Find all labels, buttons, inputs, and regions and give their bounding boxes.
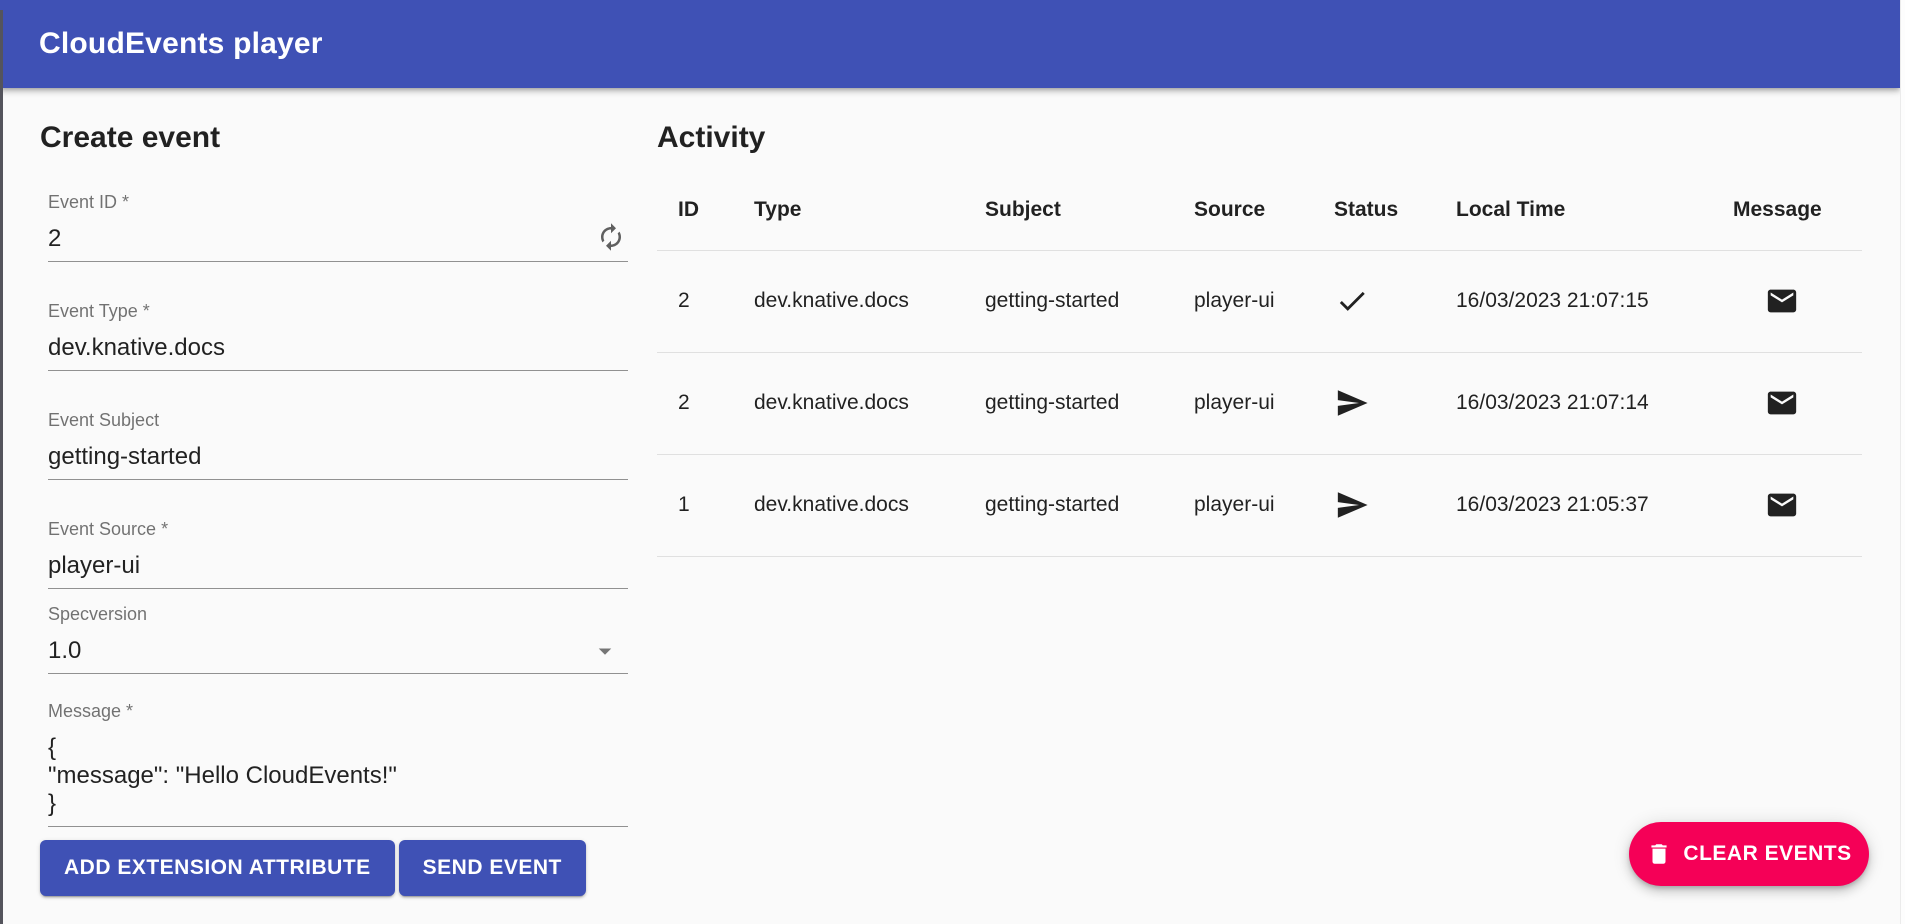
email-icon[interactable] bbox=[1765, 284, 1799, 318]
app-bar: CloudEvents player bbox=[0, 0, 1900, 88]
specversion-select[interactable]: Specversion 1.0 bbox=[48, 604, 628, 674]
cell-id: 1 bbox=[657, 454, 754, 556]
delete-icon bbox=[1646, 841, 1672, 867]
chevron-down-icon[interactable] bbox=[590, 636, 620, 666]
cell-type: dev.knative.docs bbox=[754, 250, 985, 352]
send-icon bbox=[1335, 488, 1369, 522]
specversion-value[interactable]: 1.0 bbox=[48, 637, 628, 674]
event-source-input[interactable]: player-ui bbox=[48, 552, 628, 589]
message-field: Message * { "message": "Hello CloudEvent… bbox=[48, 701, 628, 827]
window-left-edge bbox=[0, 10, 3, 924]
event-type-label: Event Type * bbox=[48, 301, 628, 322]
send-event-button[interactable]: SEND EVENT bbox=[399, 840, 586, 896]
create-event-heading: Create event bbox=[40, 120, 630, 156]
cell-id: 2 bbox=[657, 250, 754, 352]
message-textarea[interactable]: { "message": "Hello CloudEvents!" } bbox=[48, 734, 628, 827]
clear-events-button[interactable]: CLEAR EVENTS bbox=[1629, 822, 1869, 886]
specversion-label: Specversion bbox=[48, 604, 628, 625]
column-header-message: Message bbox=[1733, 170, 1862, 250]
email-icon[interactable] bbox=[1765, 488, 1799, 522]
cell-subject: getting-started bbox=[985, 250, 1194, 352]
event-id-input[interactable]: 2 bbox=[48, 225, 628, 262]
event-subject-input[interactable]: getting-started bbox=[48, 443, 628, 480]
cell-status bbox=[1334, 454, 1456, 556]
column-header-subject: Subject bbox=[985, 170, 1194, 250]
column-header-source: Source bbox=[1194, 170, 1334, 250]
event-source-field: Event Source * player-ui bbox=[48, 519, 628, 589]
cell-subject: getting-started bbox=[985, 352, 1194, 454]
cell-source: player-ui bbox=[1194, 250, 1334, 352]
autorenew-icon[interactable] bbox=[596, 222, 626, 252]
add-extension-attribute-button[interactable]: ADD EXTENSION ATTRIBUTE bbox=[40, 840, 395, 896]
cell-type: dev.knative.docs bbox=[754, 352, 985, 454]
event-id-label: Event ID * bbox=[48, 192, 628, 213]
column-header-type: Type bbox=[754, 170, 985, 250]
cell-source: player-ui bbox=[1194, 352, 1334, 454]
event-type-field: Event Type * dev.knative.docs bbox=[48, 301, 628, 371]
event-id-field: Event ID * 2 bbox=[48, 192, 628, 262]
form-actions: ADD EXTENSION ATTRIBUTE SEND EVENT bbox=[40, 840, 630, 896]
activity-row: 1 dev.knative.docs getting-started playe… bbox=[657, 454, 1862, 556]
cell-local-time: 16/03/2023 21:05:37 bbox=[1456, 454, 1733, 556]
activity-table: ID Type Subject Source Status Local Time… bbox=[657, 170, 1862, 557]
event-type-input[interactable]: dev.knative.docs bbox=[48, 334, 628, 371]
app-title: CloudEvents player bbox=[39, 27, 323, 61]
activity-heading: Activity bbox=[657, 120, 1862, 156]
column-header-status: Status bbox=[1334, 170, 1456, 250]
cell-message bbox=[1733, 454, 1862, 556]
scrollbar-track[interactable] bbox=[1900, 0, 1905, 924]
cell-source: player-ui bbox=[1194, 454, 1334, 556]
event-source-label: Event Source * bbox=[48, 519, 628, 540]
activity-panel: Activity ID Type Subject Source Status L… bbox=[657, 88, 1862, 557]
column-header-id: ID bbox=[657, 170, 754, 250]
cell-message bbox=[1733, 352, 1862, 454]
column-header-local-time: Local Time bbox=[1456, 170, 1733, 250]
create-event-panel: Create event Event ID * 2 Event Type * d… bbox=[40, 88, 630, 896]
message-label: Message * bbox=[48, 701, 628, 722]
cell-status bbox=[1334, 352, 1456, 454]
cell-local-time: 16/03/2023 21:07:15 bbox=[1456, 250, 1733, 352]
activity-row: 2 dev.knative.docs getting-started playe… bbox=[657, 352, 1862, 454]
cell-type: dev.knative.docs bbox=[754, 454, 985, 556]
email-icon[interactable] bbox=[1765, 386, 1799, 420]
clear-events-label: CLEAR EVENTS bbox=[1683, 842, 1851, 866]
cell-status bbox=[1334, 250, 1456, 352]
check-icon bbox=[1335, 284, 1369, 318]
activity-header-row: ID Type Subject Source Status Local Time… bbox=[657, 170, 1862, 250]
send-icon bbox=[1335, 386, 1369, 420]
cell-message bbox=[1733, 250, 1862, 352]
event-subject-field: Event Subject getting-started bbox=[48, 410, 628, 480]
cell-subject: getting-started bbox=[985, 454, 1194, 556]
activity-row: 2 dev.knative.docs getting-started playe… bbox=[657, 250, 1862, 352]
event-subject-label: Event Subject bbox=[48, 410, 628, 431]
cell-id: 2 bbox=[657, 352, 754, 454]
cell-local-time: 16/03/2023 21:07:14 bbox=[1456, 352, 1733, 454]
